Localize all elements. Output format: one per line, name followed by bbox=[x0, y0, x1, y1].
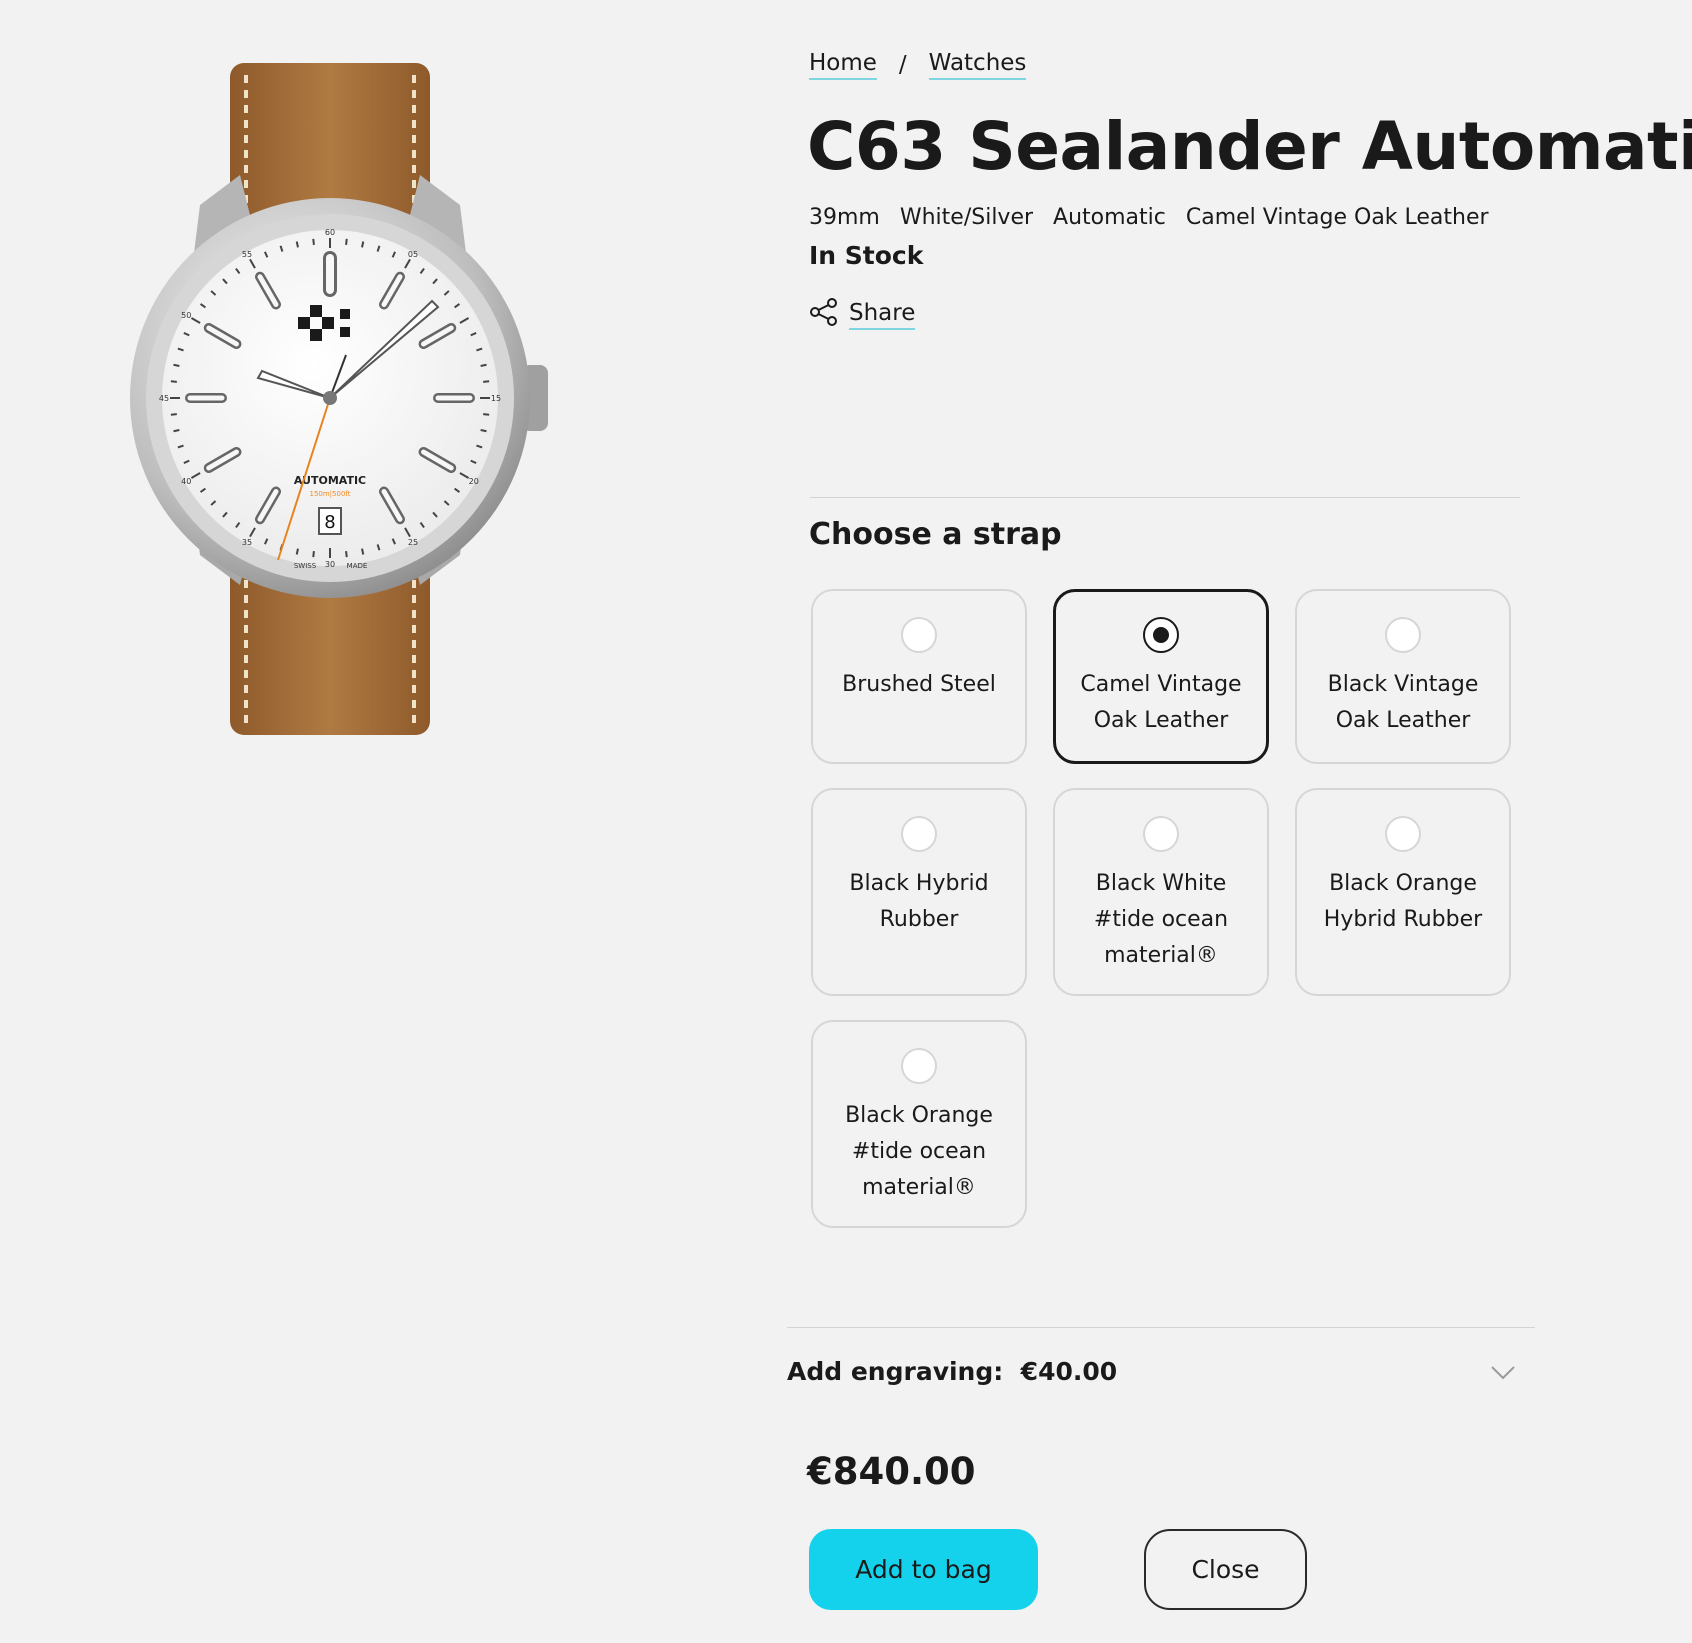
dial-text-depth: 150m|500ft bbox=[310, 490, 351, 498]
spec-dial: White/Silver bbox=[899, 205, 1034, 230]
radio-button[interactable] bbox=[1143, 816, 1179, 852]
strap-option-black-white-tide[interactable]: Black White #tide ocean material® bbox=[1053, 788, 1269, 996]
spec-size: 39mm bbox=[809, 205, 880, 230]
dial-minute-number: 40 bbox=[181, 477, 191, 486]
share-label: Share bbox=[849, 300, 916, 330]
strap-option-black-orange-hybrid-rubber[interactable]: Black Orange Hybrid Rubber bbox=[1295, 788, 1511, 996]
radio-button[interactable] bbox=[1143, 617, 1179, 653]
spec-strap: Camel Vintage Oak Leather bbox=[1185, 205, 1489, 230]
dial-minute-number: 15 bbox=[491, 394, 501, 403]
strap-option-camel-vintage-oak-leather[interactable]: Camel Vintage Oak Leather bbox=[1053, 589, 1269, 764]
radio-button[interactable] bbox=[901, 816, 937, 852]
engraving-label: Add engraving: bbox=[787, 1357, 1004, 1386]
minute-tick bbox=[170, 380, 177, 383]
close-button[interactable]: Close bbox=[1144, 1529, 1307, 1610]
dial-minute-number: 25 bbox=[408, 538, 418, 547]
minute-tick bbox=[173, 429, 180, 433]
dial-text-made: MADE bbox=[347, 562, 368, 570]
dial-minute-number: 05 bbox=[408, 250, 418, 259]
strap-option-label: Black Orange Hybrid Rubber bbox=[1323, 871, 1483, 932]
chevron-down-icon[interactable] bbox=[1491, 1357, 1515, 1386]
strap-options: Brushed Steel Camel Vintage Oak Leather … bbox=[811, 589, 1511, 1228]
breadcrumb: Home / Watches bbox=[809, 50, 1027, 80]
breadcrumb-home[interactable]: Home bbox=[809, 50, 877, 80]
radio-button[interactable] bbox=[1385, 617, 1421, 653]
dial-text-swiss: SWISS bbox=[294, 562, 317, 570]
radio-button[interactable] bbox=[1385, 816, 1421, 852]
strap-heading: Choose a strap bbox=[809, 517, 1062, 552]
breadcrumb-watches[interactable]: Watches bbox=[928, 50, 1027, 80]
share-button[interactable]: Share bbox=[809, 297, 916, 333]
strap-option-label: Brushed Steel bbox=[842, 672, 996, 697]
minute-tick bbox=[483, 380, 490, 383]
add-to-bag-button[interactable]: Add to bag bbox=[809, 1529, 1038, 1610]
stock-status: In Stock bbox=[809, 241, 924, 270]
dial-minute-number: 20 bbox=[469, 477, 479, 486]
dial-minute-number: 35 bbox=[242, 538, 252, 547]
minute-tick bbox=[170, 413, 177, 416]
minute-tick bbox=[361, 241, 365, 248]
dial-minute-number: 45 bbox=[159, 394, 169, 403]
minute-tick bbox=[295, 548, 299, 555]
strap-option-label: Black Orange #tide ocean material® bbox=[845, 1103, 993, 1200]
dial-minute-number: 30 bbox=[325, 560, 335, 569]
radio-button[interactable] bbox=[901, 617, 937, 653]
product-quickview: 60 05 15 20 25 30 35 40 45 50 55 AUTOMATIC 150m|50… bbox=[0, 0, 1692, 1643]
minute-tick bbox=[295, 241, 299, 248]
dial-minute-number: 55 bbox=[242, 250, 252, 259]
engraving-text: Add engraving: €40.00 bbox=[787, 1357, 1117, 1386]
minute-tick bbox=[345, 551, 348, 558]
dial-minute-number: 60 bbox=[325, 228, 335, 237]
radio-selected-dot bbox=[1153, 627, 1169, 643]
share-icon bbox=[809, 297, 839, 333]
date-window: 8 bbox=[324, 512, 335, 533]
divider bbox=[787, 1327, 1535, 1328]
minute-tick bbox=[173, 363, 180, 367]
strap-option-label: Black Vintage Oak Leather bbox=[1327, 672, 1479, 733]
strap-option-brushed-steel[interactable]: Brushed Steel bbox=[811, 589, 1027, 764]
engraving-price: €40.00 bbox=[1020, 1357, 1118, 1386]
radio-button[interactable] bbox=[901, 1048, 937, 1084]
minute-tick bbox=[480, 429, 487, 433]
minute-tick bbox=[480, 363, 487, 367]
strap-option-black-hybrid-rubber[interactable]: Black Hybrid Rubber bbox=[811, 788, 1027, 996]
divider bbox=[810, 497, 1520, 498]
product-price: €840.00 bbox=[807, 1450, 976, 1493]
strap-option-black-vintage-oak-leather[interactable]: Black Vintage Oak Leather bbox=[1295, 589, 1511, 764]
spec-movement: Automatic bbox=[1053, 205, 1166, 230]
minute-tick bbox=[312, 551, 315, 558]
strap-option-label: Black Hybrid Rubber bbox=[849, 871, 989, 932]
product-image: 60 05 15 20 25 30 35 40 45 50 55 AUTOMATIC 150m|50… bbox=[120, 55, 580, 755]
engraving-toggle[interactable]: Add engraving: €40.00 bbox=[787, 1357, 1527, 1386]
product-specs: 39mm White/Silver Automatic Camel Vintag… bbox=[809, 205, 1489, 230]
strap-option-black-orange-tide[interactable]: Black Orange #tide ocean material® bbox=[811, 1020, 1027, 1228]
minute-tick bbox=[345, 238, 348, 245]
breadcrumb-separator: / bbox=[898, 52, 907, 78]
strap-option-label: Black White #tide ocean material® bbox=[1093, 871, 1229, 968]
product-title: C63 Sealander Automatic bbox=[807, 108, 1692, 185]
watch-illustration: 6005152025303540455055 AUTOMATIC 150m|50… bbox=[130, 63, 548, 735]
strap-option-label: Camel Vintage Oak Leather bbox=[1080, 672, 1242, 733]
minute-tick bbox=[312, 238, 315, 245]
minute-tick bbox=[483, 413, 490, 416]
dial-minute-number: 50 bbox=[181, 311, 191, 320]
minute-tick bbox=[361, 548, 365, 555]
